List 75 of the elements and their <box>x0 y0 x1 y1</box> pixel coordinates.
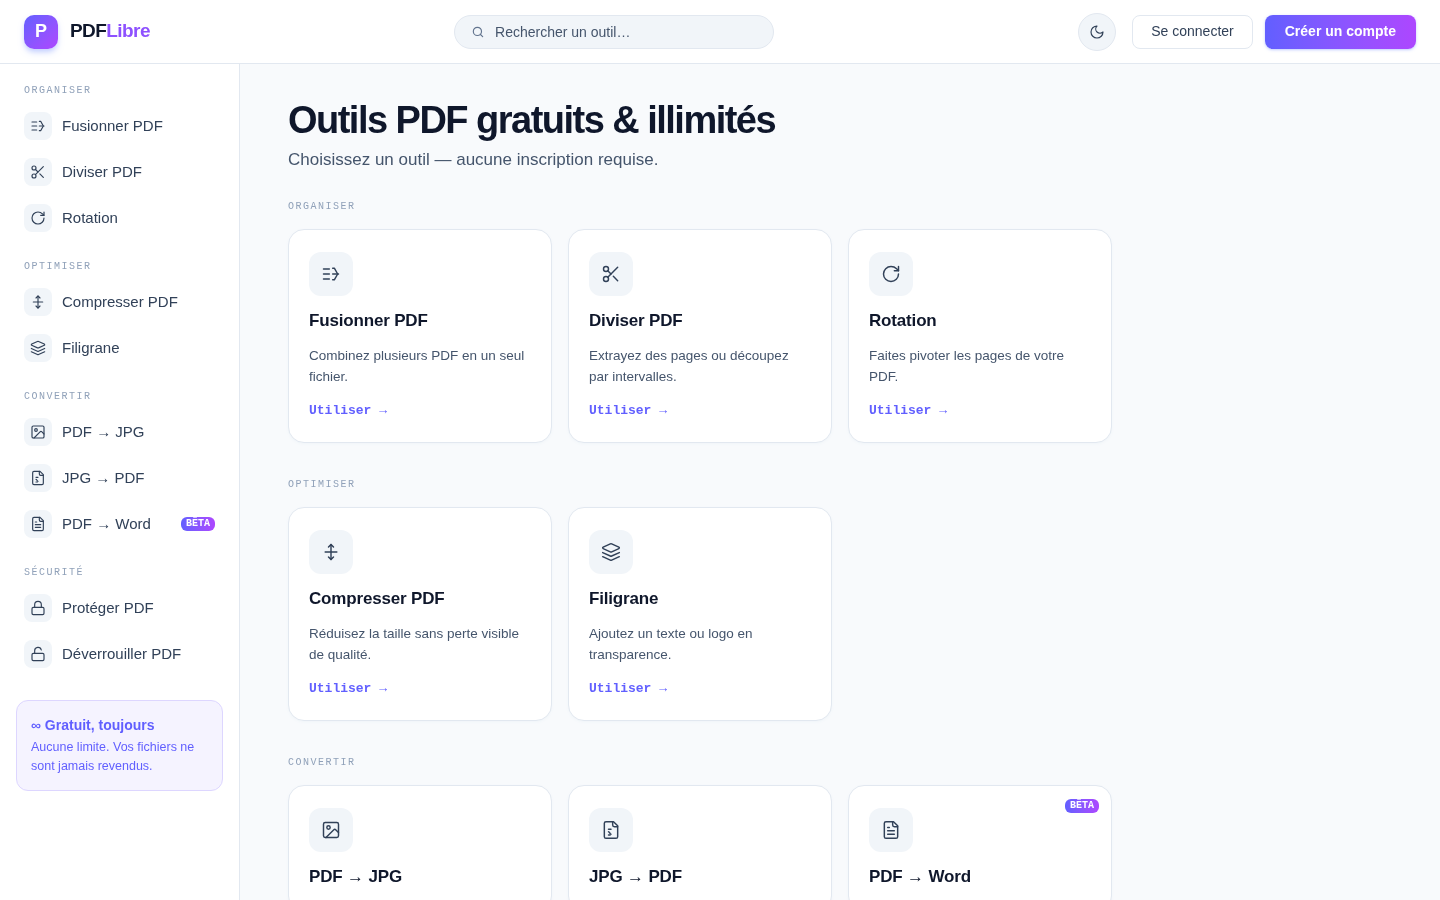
rotate-icon <box>869 252 913 296</box>
file-text-icon <box>869 808 913 852</box>
section-heading: CONVERTIR <box>23 390 93 404</box>
card-title: Rotation <box>869 310 938 332</box>
promo-text: Aucune limite. Vos fichiers ne sont jamais revendus. <box>31 739 196 775</box>
tool-card[interactable]: Rotation Faites pivoter les pages de votre PDF. Utiliser → <box>848 229 1112 443</box>
scissors-icon <box>589 252 633 296</box>
tool-card[interactable]: Fusionner PDF Combinez plusieurs PDF en un seul fichier. Utiliser → <box>288 229 552 443</box>
lines-arrow-icon <box>24 112 52 140</box>
search-field[interactable]: Rechercher un outil… <box>454 14 775 49</box>
tool-card[interactable]: JPG → PDF <box>568 785 832 900</box>
search-icon <box>471 24 486 39</box>
card-title: PDF → JPG <box>309 866 403 888</box>
card-description: Extrayez des pages ou découpez par intervalles. <box>589 347 790 386</box>
lock-icon <box>24 594 52 622</box>
sidebar-item[interactable]: Protéger PDF <box>16 590 215 626</box>
image-icon <box>24 418 52 446</box>
sidebar-item[interactable]: Compresser PDF <box>16 284 215 320</box>
card-description: Combinez plusieurs PDF en un seul fichier. <box>309 347 526 386</box>
card-title: Diviser PDF <box>589 310 684 332</box>
section-heading: OPTIMISER <box>288 478 357 492</box>
use-link[interactable]: Utiliser → <box>309 403 387 418</box>
card-description: Réduisez la taille sans perte visible de qualité. <box>309 625 521 664</box>
promo-title: ∞ Gratuit, toujours <box>31 716 156 735</box>
vertical-arrows-icon <box>309 530 353 574</box>
section-heading: OPTIMISER <box>23 260 93 274</box>
use-link[interactable]: Utiliser → <box>589 403 667 418</box>
sign-up-button[interactable]: Créer un compte <box>1264 14 1416 49</box>
tool-card[interactable]: Filigrane Ajoutez un texte ou logo en transparence. Utiliser → <box>568 507 832 721</box>
sidebar-item[interactable]: PDF → Word <box>16 506 181 542</box>
card-title: Filigrane <box>589 588 660 610</box>
card-description: Ajoutez un texte ou logo en transparence. <box>589 625 754 664</box>
sidebar-item[interactable]: Filigrane <box>16 330 215 366</box>
sidebar-item[interactable]: Rotation <box>16 200 215 236</box>
section-heading: ORGANISER <box>23 84 93 98</box>
section-heading: CONVERTIR <box>288 756 357 770</box>
status-badge: BÊTA <box>1065 799 1099 813</box>
image-icon <box>309 808 353 852</box>
file-icon <box>24 464 52 492</box>
file-icon <box>589 808 633 852</box>
tool-card[interactable]: Compresser PDF Réduisez la taille sans perte visible de qualité. Utiliser → <box>288 507 552 721</box>
status-badge: BÊTA <box>181 517 215 531</box>
page-title: Outils PDF gratuits & illimités <box>288 98 777 142</box>
sidebar-item[interactable]: Fusionner PDF <box>16 108 215 144</box>
layers-icon <box>24 334 52 362</box>
card-title: Fusionner PDF <box>309 310 429 332</box>
vertical-arrows-icon <box>24 288 52 316</box>
lines-arrow-icon <box>309 252 353 296</box>
tool-card[interactable]: PDF → Word BÊTA <box>848 785 1112 900</box>
section-heading: SÉCURITÉ <box>23 566 85 580</box>
use-link[interactable]: Utiliser → <box>309 681 387 696</box>
section-heading: ORGANISER <box>288 200 357 214</box>
brand-name: PDFLibre <box>70 19 150 44</box>
moon-icon <box>1089 23 1106 40</box>
sidebar-item[interactable]: Diviser PDF <box>16 154 215 190</box>
card-title: Compresser PDF <box>309 588 446 610</box>
scissors-icon <box>24 158 52 186</box>
tool-card[interactable]: Diviser PDF Extrayez des pages ou découpez par intervalles. Utiliser → <box>568 229 832 443</box>
sidebar-item[interactable]: Déverrouiller PDF <box>16 636 215 672</box>
sidebar-item[interactable]: PDF → JPG <box>16 414 215 450</box>
sign-in-button[interactable]: Se connecter <box>1132 14 1253 49</box>
use-link[interactable]: Utiliser → <box>869 403 947 418</box>
theme-toggle-button[interactable] <box>1078 12 1117 51</box>
page-subtitle: Choisissez un outil — aucune inscription requise. <box>288 149 660 171</box>
card-description: Faites pivoter les pages de votre PDF. <box>869 347 1066 386</box>
rotate-icon <box>24 204 52 232</box>
logo-mark: P <box>24 14 58 49</box>
tool-card[interactable]: PDF → JPG <box>288 785 552 900</box>
sidebar-item[interactable]: JPG → PDF <box>16 460 215 496</box>
card-title: PDF → Word <box>869 866 972 888</box>
file-text-icon <box>24 510 52 538</box>
card-title: JPG → PDF <box>589 866 683 888</box>
use-link[interactable]: Utiliser → <box>589 681 667 696</box>
unlocked-lock-icon <box>24 640 52 668</box>
layers-icon <box>589 530 633 574</box>
